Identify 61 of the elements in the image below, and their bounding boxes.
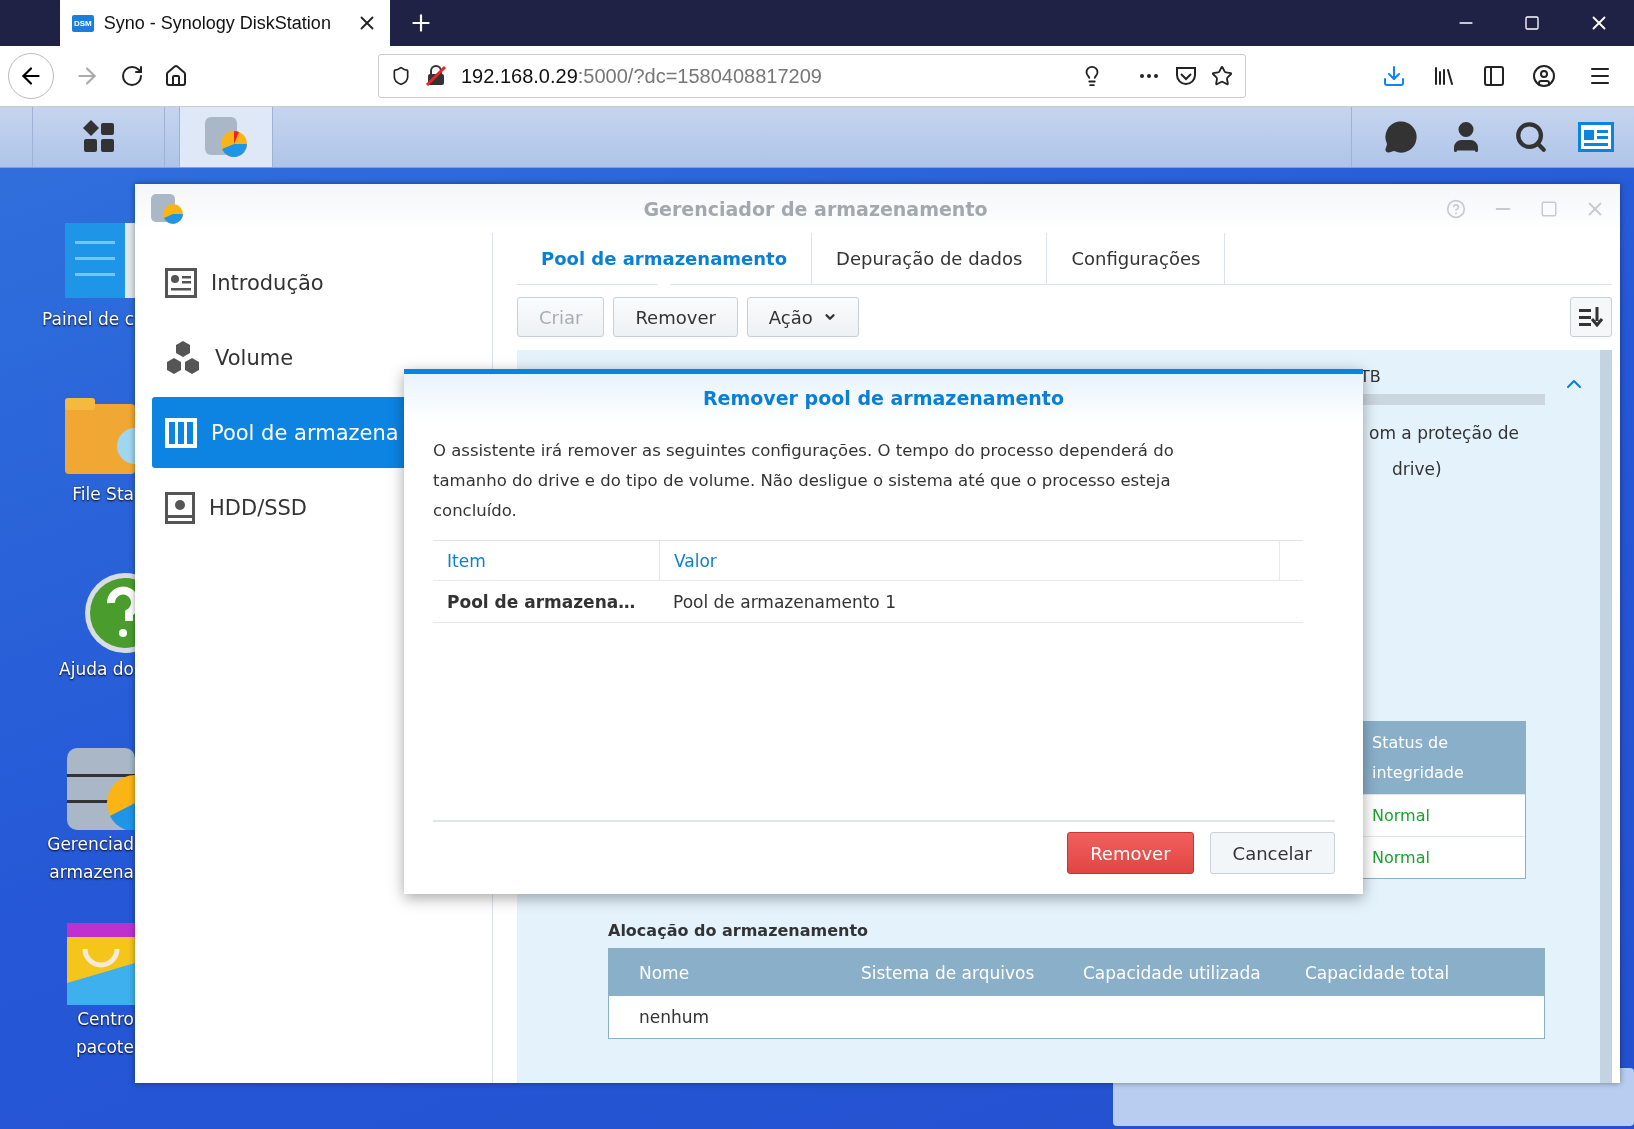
section-title: Alocação do armazenamento xyxy=(608,921,870,940)
url-text: 192.168.0.29:5000/?dc=1580408817209 xyxy=(461,64,823,88)
toolbar-button[interactable]: Remover xyxy=(613,297,738,337)
sidebar-icon[interactable] xyxy=(1482,64,1506,88)
desktop-icon-label[interactable]: File Sta xyxy=(72,480,135,508)
pocket-icon[interactable] xyxy=(1175,66,1197,86)
shopping-bag-icon xyxy=(65,923,135,1005)
main-menu-button[interactable] xyxy=(32,107,165,167)
cancel-button[interactable]: Cancelar xyxy=(1209,832,1335,874)
sort-icon xyxy=(1579,307,1603,327)
tab[interactable]: Configurações xyxy=(1047,233,1226,284)
column-header: Nome xyxy=(639,962,691,983)
window-title: Gerenciador de armazenamento xyxy=(642,197,989,220)
account-icon[interactable] xyxy=(1532,64,1556,88)
chat-icon[interactable] xyxy=(1384,120,1418,154)
cubes-icon xyxy=(165,340,201,375)
storage-app-button[interactable] xyxy=(179,107,273,167)
pool-usage: TB xyxy=(1360,366,1381,386)
tab-title: Syno - Synology DiskStation xyxy=(103,12,332,34)
table-cell-text: nenhum xyxy=(639,1007,711,1027)
database-icon xyxy=(65,748,135,830)
description-text: drive) xyxy=(1392,458,1443,481)
download-icon[interactable] xyxy=(1382,64,1406,88)
desktop-icon-label[interactable]: Painel de c xyxy=(42,305,135,333)
widgets-icon[interactable] xyxy=(1578,122,1614,152)
shield-icon xyxy=(391,66,411,86)
action-dropdown[interactable]: Ação xyxy=(746,297,859,337)
column-header: Valor xyxy=(659,541,1279,580)
desktop-icon-label[interactable]: armazena xyxy=(49,858,135,886)
column-header: Item xyxy=(446,549,487,573)
column-header: Sistema de arquivos xyxy=(861,962,1036,983)
column-header: Capacidade utilizada xyxy=(1083,962,1262,983)
desktop-icon-label[interactable]: pacote xyxy=(75,1033,135,1061)
desktop-icon-label[interactable]: Gerenciad xyxy=(47,830,135,858)
remove-button[interactable]: Remover xyxy=(1067,832,1194,874)
desktop-icon-label[interactable]: Ajuda do xyxy=(59,655,135,683)
star-icon[interactable] xyxy=(1211,65,1233,87)
storage-pool-icon xyxy=(165,417,197,448)
id-card-icon xyxy=(165,267,197,298)
search-icon[interactable] xyxy=(1514,120,1548,154)
browser-tab[interactable]: DSM Syno - Synology DiskStation xyxy=(60,0,390,46)
app-icon xyxy=(149,191,185,226)
home-icon[interactable] xyxy=(164,64,188,88)
grid-icon xyxy=(81,120,116,154)
column-header: Status de integridade xyxy=(1362,722,1525,794)
description-text: om a proteção de xyxy=(1369,422,1520,445)
desktop-icon-label[interactable]: Centro xyxy=(77,1005,135,1033)
sort-button[interactable] xyxy=(1570,297,1612,337)
dialog-title: Remover pool de armazenamento xyxy=(404,374,1363,422)
table-cell-text: Pool de armazenamento 1 xyxy=(672,590,897,614)
column-header: Capacidade total xyxy=(1305,962,1451,983)
tab[interactable]: Depuração de dados xyxy=(812,233,1048,284)
insecure-lock-icon xyxy=(425,65,447,87)
table-cell-text: Pool de armazena… xyxy=(446,590,637,614)
address-bar[interactable]: 192.168.0.29:5000/?dc=1580408817209 xyxy=(378,54,1246,98)
database-icon xyxy=(203,115,249,159)
sidebar-item[interactable]: Introdução xyxy=(152,247,492,318)
library-icon[interactable] xyxy=(1432,64,1456,88)
reload-icon[interactable] xyxy=(120,64,144,88)
tab[interactable]: Pool de armazenamento xyxy=(517,233,813,284)
site-favicon: DSM xyxy=(72,14,94,32)
